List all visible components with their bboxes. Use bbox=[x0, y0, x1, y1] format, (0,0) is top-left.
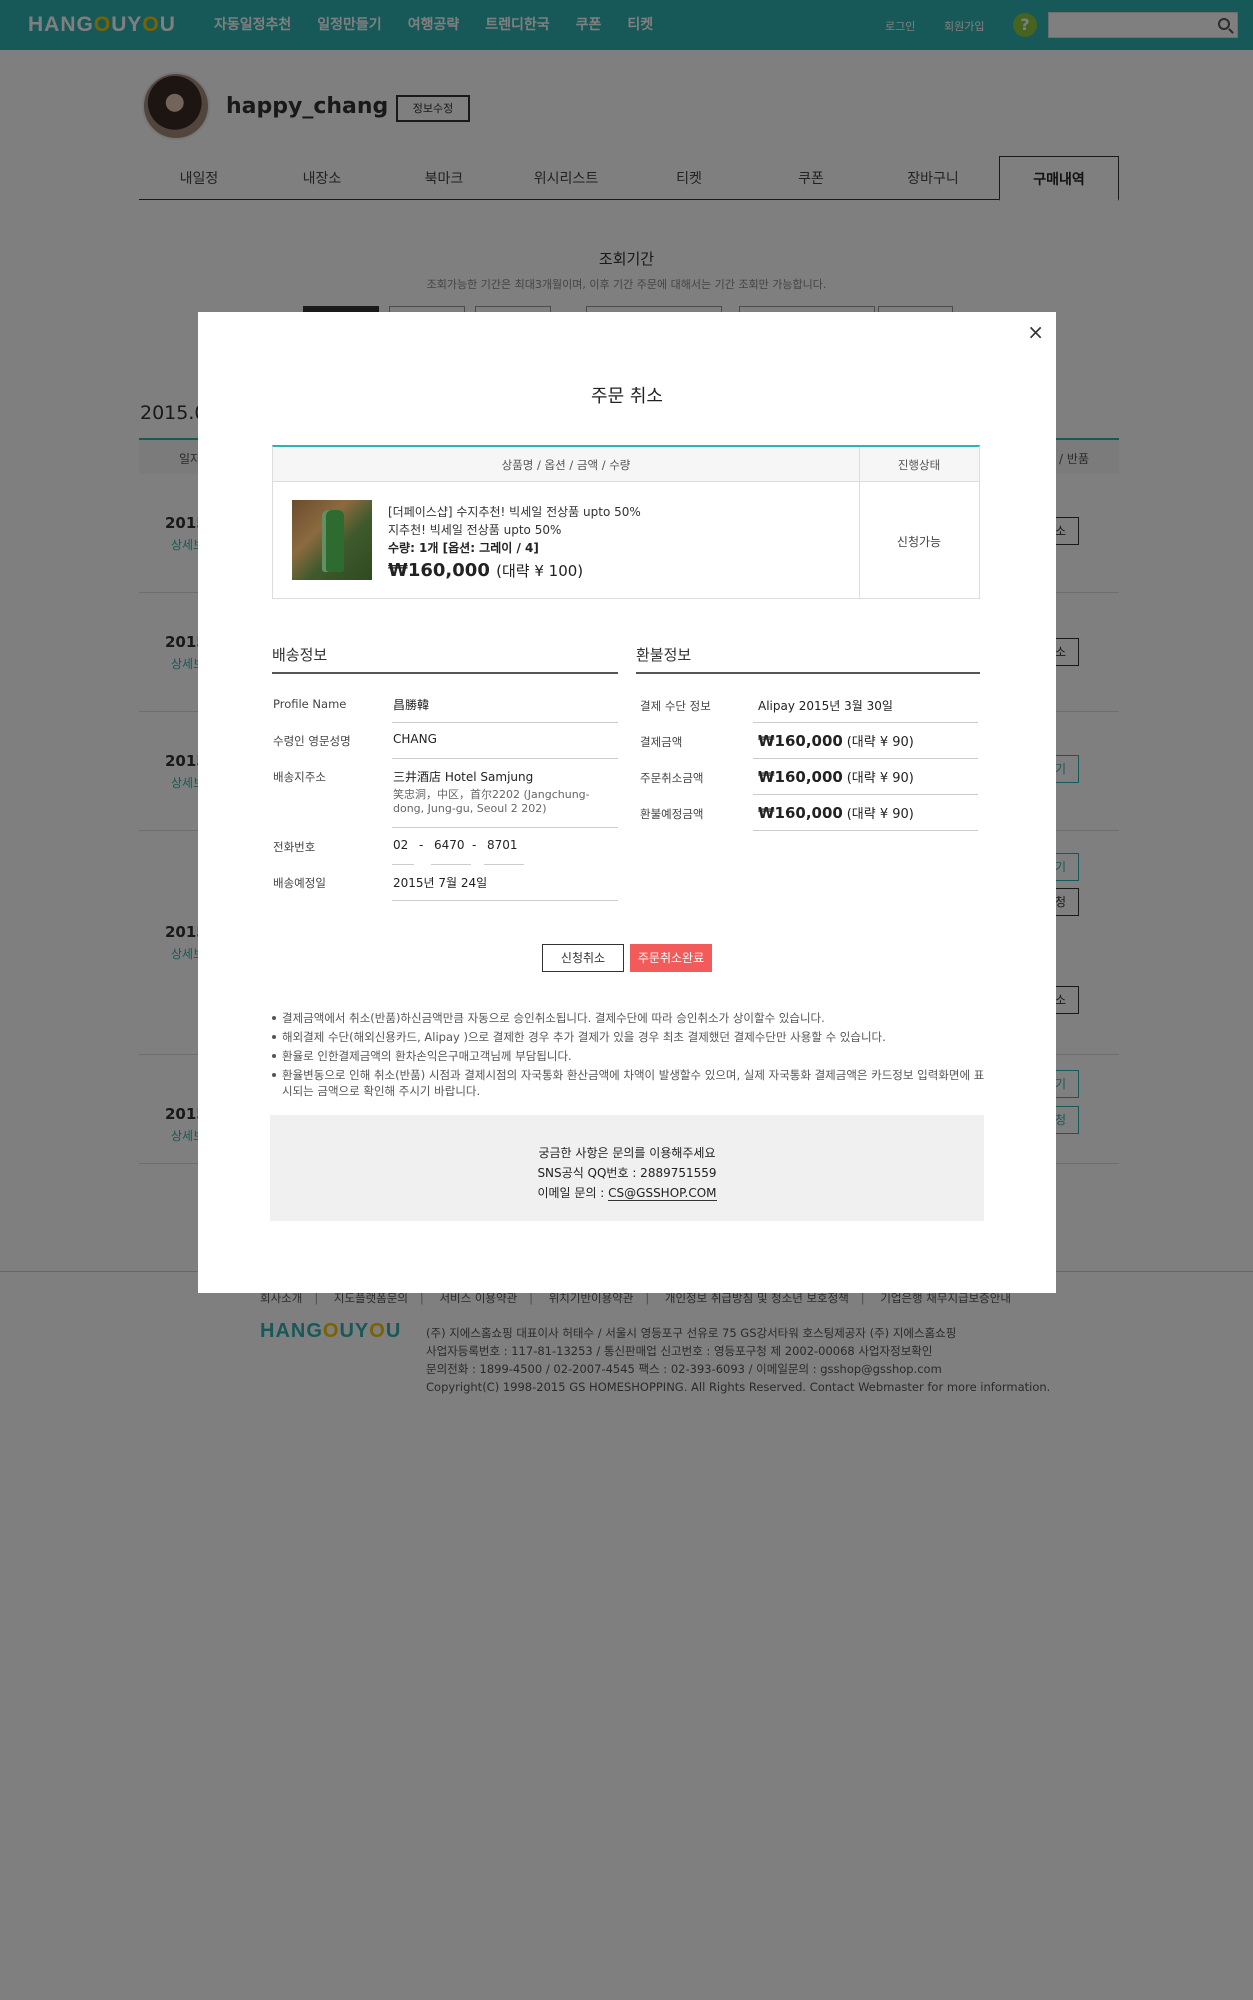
product-name-line2: 지추천! 빅세일 전상품 upto 50% bbox=[388, 523, 562, 537]
field-label: 결제 수단 정보 bbox=[640, 699, 711, 713]
field-underline bbox=[392, 864, 414, 865]
field-underline bbox=[392, 900, 618, 901]
address-value: 三井酒店 Hotel Samjung bbox=[393, 770, 534, 784]
notice-item: 결제금액에서 취소(반품)하신금액만큼 자동으로 승인취소됩니다. 결제수단에 … bbox=[272, 1010, 992, 1026]
contact-email-line: 이메일 문의 : CS@GSSHOP.COM bbox=[270, 1183, 984, 1203]
refund-amount-value: ₩160,000 bbox=[758, 804, 843, 822]
payment-method-value: Alipay 2015년 3월 30일 bbox=[758, 699, 893, 713]
field-label: 배송예정일 bbox=[273, 876, 326, 890]
notice-list: 결제금액에서 취소(반품)하신금액만큼 자동으로 승인취소됩니다. 결제수단에 … bbox=[272, 1010, 992, 1102]
refund-amount-approx: (대략 ¥ 90) bbox=[846, 807, 914, 822]
contact-email-label: 이메일 문의 : bbox=[537, 1186, 609, 1200]
field-label: 결제금액 bbox=[640, 735, 683, 749]
field-underline bbox=[753, 830, 978, 831]
field-underline bbox=[753, 794, 978, 795]
table-divider bbox=[859, 447, 860, 599]
phone-part-1: 02 bbox=[393, 838, 409, 852]
close-icon[interactable]: × bbox=[1027, 320, 1044, 344]
payment-amount-value: ₩160,000 bbox=[758, 732, 843, 750]
contact-line: 궁금한 사항은 문의를 이용해주세요 bbox=[538, 1146, 716, 1160]
cancel-amount-approx: (대략 ¥ 90) bbox=[846, 771, 914, 786]
phone-part-3: 8701 bbox=[487, 838, 518, 852]
field-underline bbox=[484, 864, 524, 865]
field-underline bbox=[392, 827, 618, 828]
product-image bbox=[292, 500, 372, 580]
field-label: 배송지주소 bbox=[273, 770, 326, 784]
notice-item: 해외결제 수단(해외신용카드, Alipay )으로 결제한 경우 추가 결제가… bbox=[272, 1029, 992, 1045]
product-table-header: 상품명 / 옵션 / 금액 / 수량 진행상태 bbox=[273, 447, 979, 482]
refund-amount: ₩160,000 (대략 ¥ 90) bbox=[758, 803, 914, 822]
contact-qq: SNS공식 QQ번호 : 2889751559 bbox=[537, 1166, 717, 1180]
col-product: 상품명 / 옵션 / 금액 / 수량 bbox=[501, 458, 631, 472]
shipping-section-title: 배송정보 bbox=[272, 644, 618, 674]
field-label: 전화번호 bbox=[273, 840, 316, 854]
field-underline bbox=[431, 864, 471, 865]
modal-title: 주문 취소 bbox=[591, 386, 663, 407]
notice-item: 환율변동으로 인해 취소(반품) 시점과 결제시점의 자국통화 환산금액에 차액… bbox=[272, 1067, 992, 1099]
phone-separator: - bbox=[419, 838, 424, 852]
product-quantity-option: 수량: 1개 [옵션: 그레이 / 4] bbox=[388, 541, 539, 555]
field-underline bbox=[753, 758, 978, 759]
phone-part-2: 6470 bbox=[434, 838, 465, 852]
address-detail: 笑忠洞，中区，首尔2202 (Jangchung-dong, Jung-gu, … bbox=[393, 788, 590, 815]
payment-amount: ₩160,000 (대략 ¥ 90) bbox=[758, 731, 914, 750]
notice-item: 환율로 인한결제금액의 환차손익은구매고객님께 부담됩니다. bbox=[272, 1048, 992, 1064]
product-table: 상품명 / 옵션 / 금액 / 수량 진행상태 [더페이스샵] 수지추천! 빅세… bbox=[272, 445, 980, 599]
delivery-date-value: 2015년 7월 24일 bbox=[393, 876, 488, 890]
product-price: ₩160,000 (대략 ¥ 100) bbox=[388, 560, 583, 581]
col-status: 진행상태 bbox=[897, 458, 941, 472]
field-label: Profile Name bbox=[273, 697, 347, 711]
refund-section-title: 환불정보 bbox=[636, 644, 980, 674]
order-cancel-modal: × 주문 취소 상품명 / 옵션 / 금액 / 수량 진행상태 [더페이스샵] … bbox=[198, 312, 1056, 1293]
field-label: 수령인 영문성명 bbox=[273, 734, 351, 748]
phone-separator: - bbox=[472, 838, 477, 852]
field-underline bbox=[392, 722, 618, 723]
contact-box: 궁금한 사항은 문의를 이용해주세요 SNS공식 QQ번호 : 28897515… bbox=[270, 1115, 984, 1221]
cancel-request-button[interactable]: 신청취소 bbox=[542, 944, 624, 972]
confirm-cancel-button[interactable]: 주문취소완료 bbox=[630, 944, 712, 972]
field-underline bbox=[392, 758, 618, 759]
cancel-amount-value: ₩160,000 bbox=[758, 768, 843, 786]
price-value: ₩160,000 bbox=[388, 560, 490, 581]
price-approx: (대략 ¥ 100) bbox=[496, 562, 584, 580]
field-label: 환불예정금액 bbox=[640, 807, 704, 821]
field-label: 주문취소금액 bbox=[640, 771, 704, 785]
field-underline bbox=[753, 722, 978, 723]
product-name: [더페이스샵] 수지추천! 빅세일 전상품 upto 50% bbox=[388, 505, 641, 519]
recipient-name-value: CHANG bbox=[393, 732, 437, 746]
status-badge: 신청가능 bbox=[896, 535, 942, 549]
cancel-amount: ₩160,000 (대략 ¥ 90) bbox=[758, 767, 914, 786]
profile-name-value: 昌勝韓 bbox=[393, 698, 430, 712]
contact-email-link[interactable]: CS@GSSHOP.COM bbox=[608, 1186, 717, 1201]
payment-amount-approx: (대략 ¥ 90) bbox=[846, 735, 914, 750]
